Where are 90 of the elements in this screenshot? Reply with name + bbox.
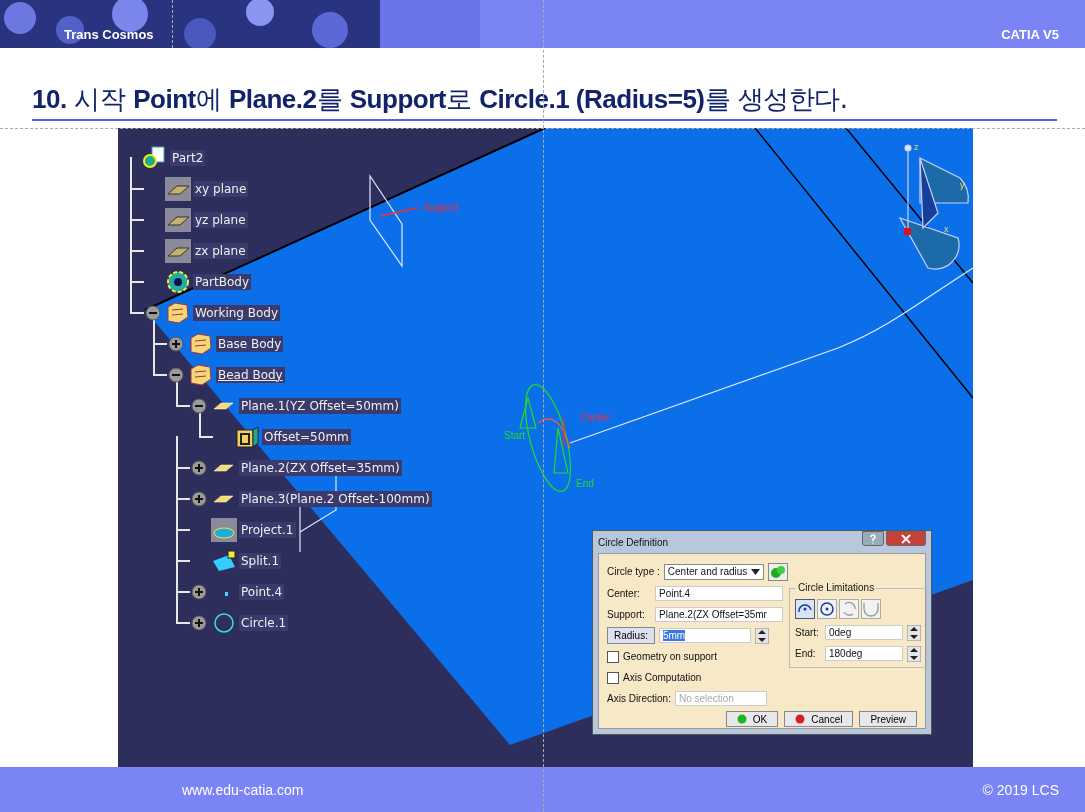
- tree-item[interactable]: Project.1: [239, 521, 296, 538]
- axis-label: z: [914, 142, 919, 152]
- plane-icon[interactable]: [165, 238, 191, 263]
- question-icon: [868, 533, 878, 544]
- field-label: Center:: [607, 588, 641, 599]
- status-dot-icon: [736, 714, 747, 724]
- expand-icon[interactable]: [191, 459, 207, 476]
- spinner-icon[interactable]: [907, 624, 921, 641]
- part-icon[interactable]: [142, 145, 168, 170]
- annotation-label: End: [576, 478, 594, 489]
- circle-type-dropdown[interactable]: Center and radius: [663, 563, 764, 580]
- slide-title: 10. 시작 Point에 Plane.2를 Support로 Circle.1 (Radius=5)를 생성한다.: [32, 82, 1057, 121]
- projection-icon[interactable]: [211, 517, 237, 542]
- tree-line: [130, 157, 144, 190]
- tree-item[interactable]: PartBody: [193, 273, 251, 290]
- plane-icon[interactable]: [165, 176, 191, 201]
- close-button[interactable]: [886, 531, 926, 546]
- tree-line: [176, 591, 190, 624]
- tree-item[interactable]: xy plane: [193, 180, 249, 197]
- preview-button[interactable]: Preview: [859, 711, 917, 727]
- split-icon[interactable]: [211, 548, 237, 573]
- tree-line: [130, 250, 144, 283]
- gear-icon[interactable]: [165, 269, 191, 294]
- tree-item[interactable]: Circle.1: [239, 614, 289, 631]
- radius-field[interactable]: 5mm: [658, 628, 751, 643]
- limitation-button[interactable]: [817, 599, 837, 619]
- field-label: Start:: [795, 627, 820, 638]
- collapse-icon[interactable]: [145, 304, 161, 321]
- field-label: Circle type :: [607, 566, 660, 577]
- checkbox[interactable]: [607, 650, 619, 663]
- tree-line: [176, 529, 190, 562]
- leader-line: [379, 207, 419, 217]
- tree-item[interactable]: yz plane: [193, 211, 248, 228]
- checkbox[interactable]: [607, 671, 619, 684]
- start-field[interactable]: 0deg: [825, 625, 903, 640]
- circle-icon[interactable]: [211, 610, 237, 635]
- support-field[interactable]: Plane.2(ZX Offset=35mr: [655, 607, 783, 622]
- tree-item[interactable]: Part2: [170, 149, 206, 166]
- checkbox-label: Axis Computation: [623, 672, 702, 683]
- tree-item[interactable]: zx plane: [193, 242, 248, 259]
- tree-item[interactable]: Plane.3(Plane.2 Offset-100mm): [239, 490, 432, 507]
- axis-label: y: [960, 180, 965, 190]
- caret-icon: [750, 568, 760, 575]
- ok-button[interactable]: OK: [725, 711, 779, 727]
- annotation-label: Center: [580, 412, 610, 423]
- radius-button[interactable]: Radius:: [607, 627, 655, 644]
- spinner-icon[interactable]: [907, 645, 921, 662]
- axis-label: x: [944, 224, 949, 234]
- tree-line: [130, 219, 144, 252]
- expand-icon[interactable]: [191, 490, 207, 507]
- plane-icon[interactable]: [165, 207, 191, 232]
- collapse-icon[interactable]: [191, 397, 207, 414]
- product-name: CATIA V5: [1001, 27, 1059, 42]
- tree-line: [176, 560, 190, 593]
- checkbox-label: Geometry on support: [623, 651, 717, 662]
- group-title: Circle Limitations: [796, 582, 877, 593]
- company-name: Trans Cosmos: [64, 27, 154, 42]
- tree-item[interactable]: Point.4: [239, 583, 285, 600]
- expand-icon[interactable]: [191, 614, 207, 631]
- tree-line: [130, 188, 144, 221]
- help-button[interactable]: [862, 531, 884, 546]
- tree-line: [130, 281, 144, 314]
- spinner-icon[interactable]: [754, 627, 769, 644]
- collapse-icon[interactable]: [168, 366, 184, 383]
- tree-line: [176, 498, 190, 531]
- axis-direction-field[interactable]: No selection: [674, 691, 767, 706]
- field-label: End:: [795, 648, 817, 659]
- end-field[interactable]: 180deg: [825, 646, 903, 661]
- cancel-button[interactable]: Cancel: [784, 711, 854, 727]
- field-label: Support:: [607, 609, 646, 620]
- limitation-button[interactable]: [795, 599, 815, 619]
- expand-icon[interactable]: [191, 583, 207, 600]
- tree-line: [153, 343, 167, 376]
- close-icon: [901, 533, 911, 544]
- expand-icon[interactable]: [168, 335, 184, 352]
- arc-icon: [863, 601, 879, 617]
- tree-line: [176, 467, 190, 500]
- tree-item[interactable]: Split.1: [239, 552, 282, 569]
- annotation-label: Support: [423, 202, 459, 213]
- full-circle-icon: [819, 601, 835, 617]
- copyright-text: © 2019 LCS: [982, 781, 1059, 798]
- field-label: Axis Direction:: [607, 693, 671, 704]
- center-field[interactable]: Point.4: [655, 586, 783, 601]
- tree-line: [176, 436, 190, 469]
- arc-icon: [841, 601, 857, 617]
- annotation-label: Start: [504, 430, 526, 441]
- status-dot-icon: [795, 714, 806, 724]
- tree-item[interactable]: Plane.2(ZX Offset=35mm): [239, 459, 402, 476]
- dialog-title: Circle Definition: [598, 536, 669, 548]
- cube-icon[interactable]: [234, 424, 260, 449]
